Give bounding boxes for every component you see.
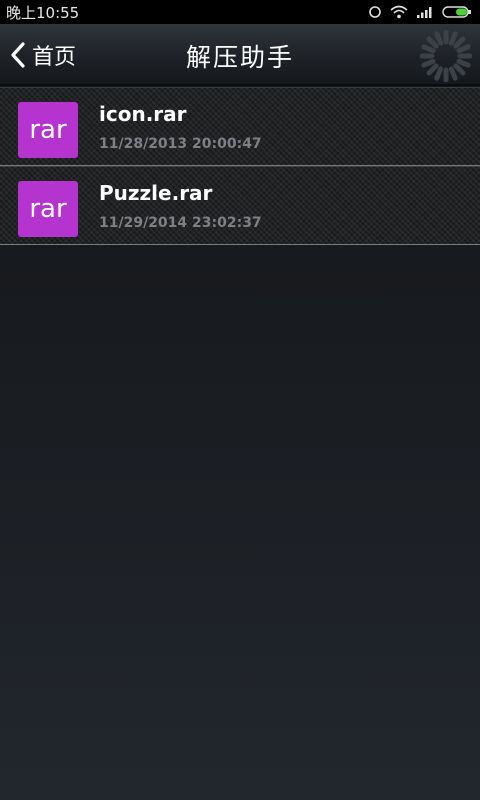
page-title: 解压助手 <box>185 43 294 72</box>
battery-icon <box>442 6 471 18</box>
rar-file-icon: rar <box>18 102 78 158</box>
sync-icon <box>369 6 381 18</box>
file-item-puzzle-rar[interactable]: rar Puzzle.rar 11/29/2014 23:02:37 <box>0 166 480 245</box>
file-name: Puzzle.rar <box>99 181 213 205</box>
status-icons <box>368 5 472 19</box>
signal-icon <box>417 7 432 18</box>
wifi-icon <box>390 5 408 19</box>
title-bar: 首页 解压助手 <box>0 24 480 86</box>
status-time: 晚上10:55 <box>6 3 80 22</box>
loading-spinner-icon <box>420 30 472 82</box>
file-item-icon-rar[interactable]: rar icon.rar 11/28/2013 20:00:47 <box>0 87 480 166</box>
file-list: rar icon.rar 11/28/2013 20:00:47 rar Puz… <box>0 87 480 245</box>
file-date: 11/29/2014 23:02:37 <box>99 215 262 231</box>
status-bar: 晚上10:55 <box>0 0 480 24</box>
rar-file-icon: rar <box>18 181 78 237</box>
file-date: 11/28/2013 20:00:47 <box>99 136 262 152</box>
file-name: icon.rar <box>99 102 187 126</box>
